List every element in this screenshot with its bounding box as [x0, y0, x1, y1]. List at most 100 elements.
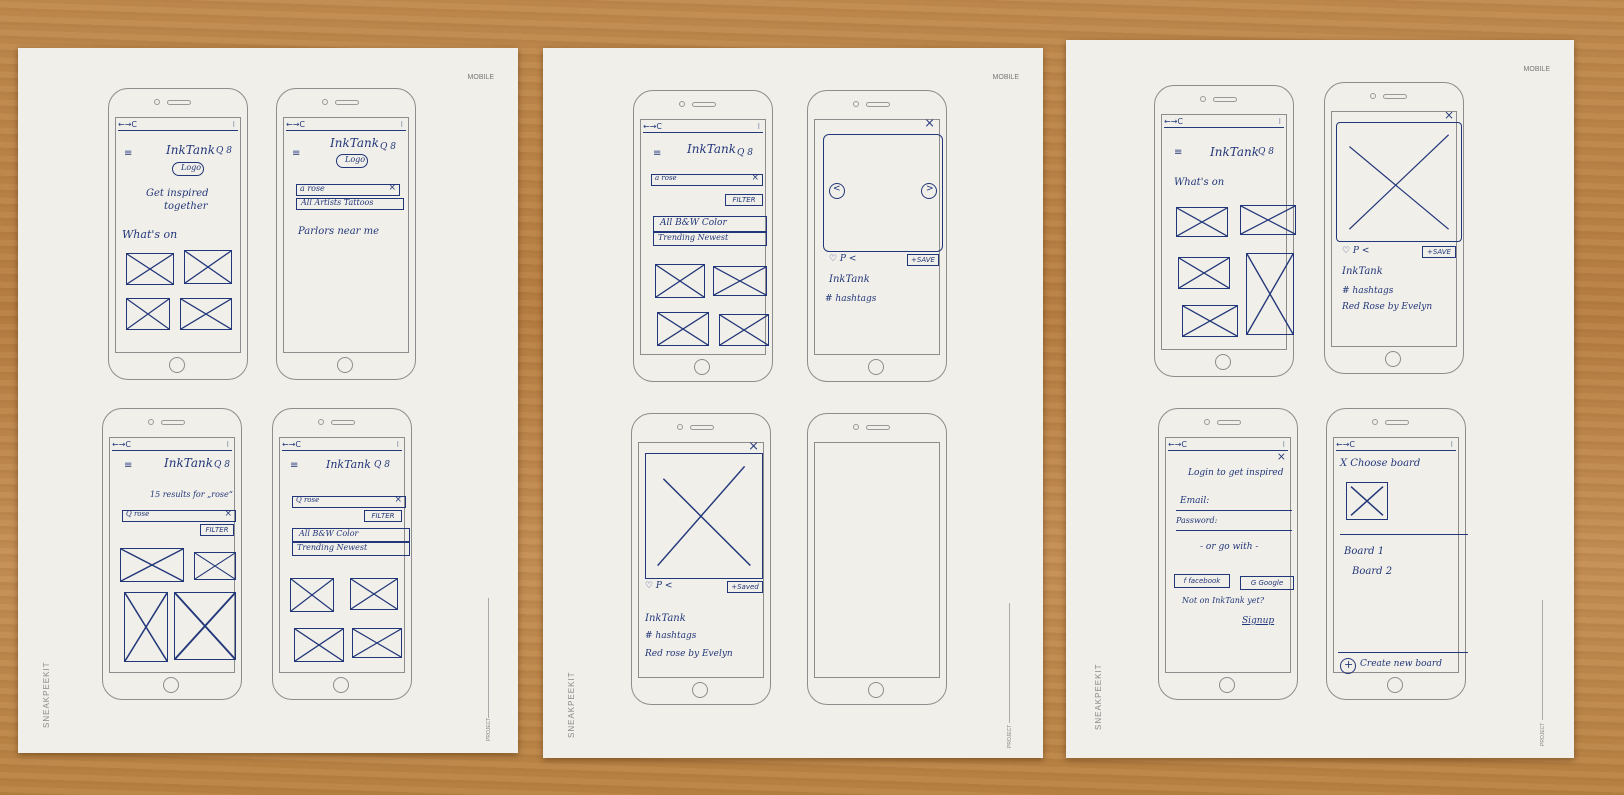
close-icon: ×	[748, 439, 759, 454]
close-icon: ×	[394, 495, 402, 505]
camera	[154, 99, 160, 105]
search-tabs: All Artists Tattoos	[296, 198, 404, 210]
camera	[1204, 419, 1210, 425]
browser-bar: ←→C ⁝	[1168, 439, 1288, 451]
filter-row-2: Trending Newest	[292, 542, 410, 556]
paper-sheet-1: MOBILE SNEAKPEEKIT PROJECT ←→C ⁝ ≡ InkTan…	[18, 48, 518, 753]
phone-search: ←→C ⁝ ≡ InkTank Q 8 Logo a rose × All Arti…	[276, 88, 416, 380]
speaker	[1385, 420, 1409, 425]
browser-bar: ←→C ⁝	[118, 119, 238, 131]
brand-label: SNEAKPEEKIT	[1094, 663, 1103, 730]
home-button	[694, 359, 710, 375]
image-placeholder	[184, 250, 232, 284]
brand-label: SNEAKPEEKIT	[42, 661, 51, 728]
home-button	[1385, 351, 1401, 367]
create-board-button: Create new board	[1360, 659, 1442, 669]
tagline-1: Get inspired	[146, 188, 209, 199]
paper-sheet-2: MOBILE SNEAKPEEKIT PROJECT ←→C ⁝ ≡ InkTan…	[543, 48, 1043, 758]
close-icon: ×	[1443, 108, 1454, 122]
image-placeholder	[290, 578, 334, 612]
divider	[1338, 652, 1468, 653]
image-placeholder	[1182, 305, 1238, 337]
close-icon: ×	[224, 509, 232, 519]
screen: ←→C ⁝ ≡ InkTank Q 8 Logo a rose × All Arti…	[283, 117, 409, 353]
search-icon: Q 8	[216, 146, 232, 156]
image-placeholder	[1246, 253, 1294, 335]
action-icons: ♡ P <	[829, 254, 857, 264]
nav-arrows: ←→C	[1164, 117, 1183, 126]
screen: ←→C ⁝ ≡ InkTank Q 8 15 results for „rose“…	[109, 437, 236, 673]
menu-dots-icon: ⁝	[757, 122, 760, 131]
logo-text: InkTank	[1210, 145, 1259, 159]
search-input: a rose ×	[651, 173, 763, 186]
speaker	[690, 425, 714, 430]
hamburger-icon: ≡	[292, 148, 301, 159]
screen: × < > ♡ P < +SAVE InkTank # hashtags	[814, 116, 943, 355]
search-input: Q rose ×	[292, 495, 406, 508]
screen: ←→C ⁝ ≡ InkTank Q 8 Logo Get inspired tog…	[115, 117, 241, 353]
hashtags: # hashtags	[645, 631, 697, 641]
filter-row-1: All B&W Color	[292, 528, 410, 542]
home-button	[868, 359, 884, 375]
image-placeholder	[645, 453, 763, 579]
filter-button: FILTER	[364, 510, 402, 522]
logo-pill: Logo	[336, 154, 368, 168]
chevron-left-icon: <	[829, 183, 845, 199]
hamburger-icon: ≡	[1174, 147, 1183, 158]
search-icon: Q 8	[214, 460, 230, 470]
hamburger-icon: ≡	[124, 148, 133, 159]
project-label: PROJECT	[1540, 722, 1546, 746]
board-item-2: Board 2	[1352, 566, 1393, 577]
search-icon: Q 8	[737, 148, 753, 158]
credit-line: Red Rose by Evelyn	[1342, 302, 1433, 312]
logo-text: InkTank	[164, 456, 213, 470]
brand-name: InkTank	[1342, 266, 1383, 277]
search-icon: Q 8	[380, 142, 396, 152]
phone-detail-carousel: × < > ♡ P < +SAVE InkTank # hashtags	[807, 90, 947, 382]
screen: × ♡ P < +SAVE InkTank # hashtags Red Ros…	[1331, 108, 1462, 347]
home-button	[1219, 677, 1235, 693]
image-placeholder	[120, 548, 184, 582]
speaker	[1383, 94, 1407, 99]
phone-login: ←→C ⁝ × Login to get inspired Email: Pass…	[1158, 408, 1298, 700]
phone-detail-saved: × ♡ P < +Saved InkTank # hashtags Red ro…	[631, 413, 771, 705]
speaker	[866, 425, 890, 430]
image-placeholder	[657, 312, 709, 346]
credit-line: Red rose by Evelyn	[645, 649, 733, 659]
camera	[148, 419, 154, 425]
image-placeholder	[294, 628, 344, 662]
nav-arrows: ←→C	[118, 120, 137, 129]
image-placeholder	[1176, 207, 1228, 237]
image-placeholder	[655, 264, 705, 298]
close-icon: ×	[388, 183, 396, 193]
logo-text: InkTank	[330, 136, 379, 150]
browser-bar: ←→C ⁝	[1164, 116, 1284, 128]
hashtags: # hashtags	[1342, 286, 1394, 296]
camera	[679, 101, 685, 107]
screen: ←→C ⁝ ≡ InkTank Q 8 a rose × FILTER All B&…	[640, 119, 769, 355]
results-heading: 15 results for „rose“	[150, 490, 233, 499]
password-label: Password:	[1176, 516, 1218, 525]
home-button	[692, 682, 708, 698]
image-placeholder	[1240, 205, 1296, 235]
project-label: PROJECT	[1007, 724, 1013, 748]
hashtags: # hashtags	[825, 294, 877, 304]
image-placeholder	[350, 578, 398, 610]
camera	[1370, 93, 1376, 99]
home-button	[337, 357, 353, 373]
search-icon: Q 8	[374, 460, 390, 470]
speaker	[335, 100, 359, 105]
section-title: What's on	[122, 228, 178, 241]
hamburger-icon: ≡	[124, 460, 133, 471]
home-button	[163, 677, 179, 693]
phone-filter-mid: ←→C ⁝ ≡ InkTank Q 8 a rose × FILTER All B&…	[633, 90, 773, 382]
brand-label: SNEAKPEEKIT	[567, 671, 576, 738]
speaker	[1217, 420, 1241, 425]
browser-bar: ←→C ⁝	[1336, 439, 1456, 451]
project-line	[488, 598, 489, 718]
project-line	[1542, 600, 1543, 720]
logo-text: InkTank	[166, 143, 215, 157]
save-button: +SAVE	[1422, 246, 1456, 258]
logo-text: InkTank	[687, 142, 736, 156]
speaker	[692, 102, 716, 107]
